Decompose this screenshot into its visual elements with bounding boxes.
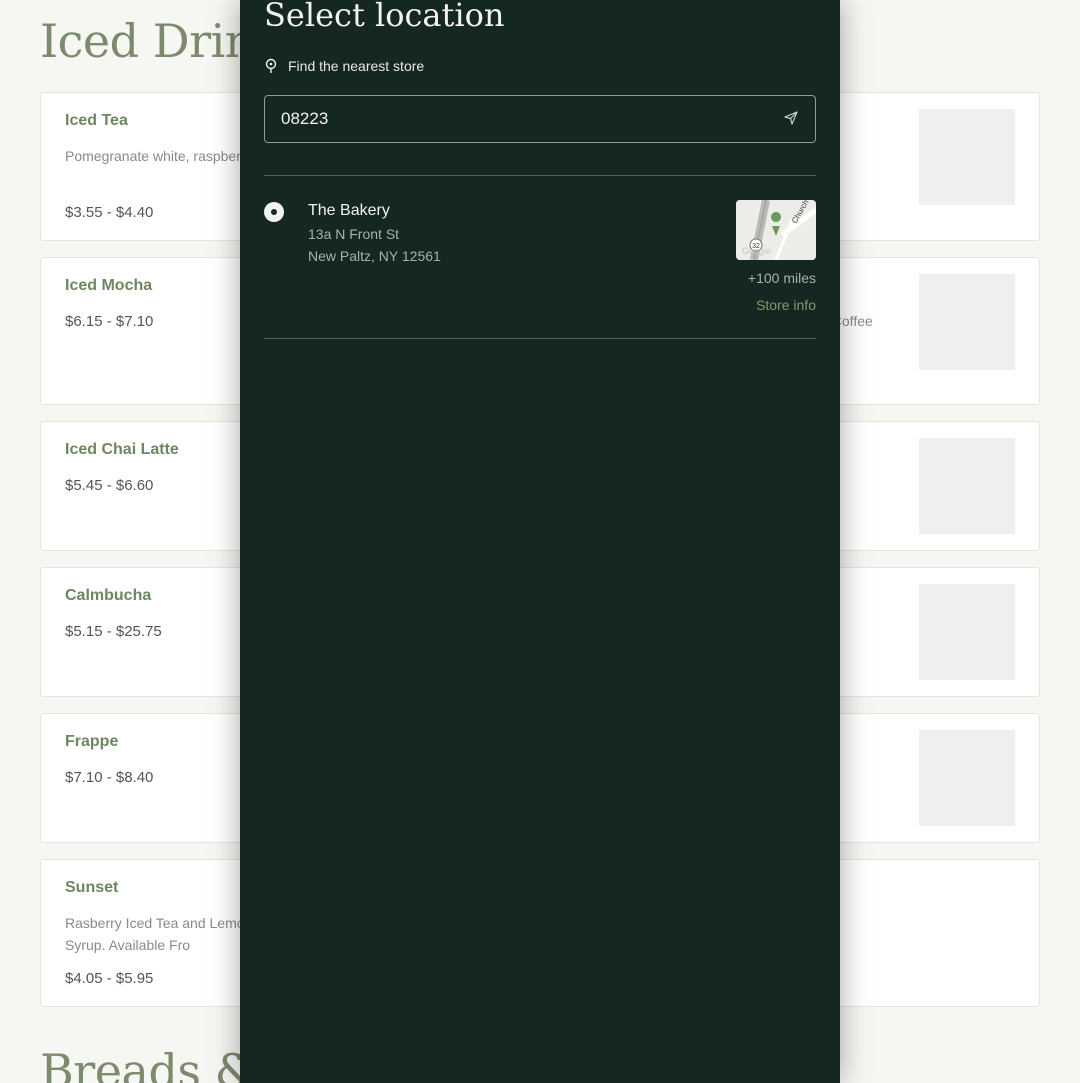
card-price: $4.05 - $5.95 — [65, 970, 154, 987]
card-name: Frappe — [65, 733, 119, 750]
divider — [264, 175, 816, 176]
store-info-link[interactable]: Store info — [756, 297, 816, 313]
zip-search-field[interactable] — [264, 95, 816, 143]
zip-search-input[interactable] — [265, 96, 815, 142]
store-name: The Bakery — [308, 202, 390, 219]
product-image — [919, 274, 1015, 370]
card-name: Iced Mocha — [65, 277, 153, 294]
find-nearest-store-button[interactable]: Find the nearest store — [264, 58, 424, 74]
product-image — [919, 730, 1015, 826]
card-price: $3.55 - $4.40 — [65, 204, 154, 221]
card-price: $7.10 - $8.40 — [65, 769, 154, 786]
store-address-line1: 13a N Front St — [308, 226, 400, 242]
product-image — [919, 584, 1015, 680]
map-attribution: Google — [742, 246, 771, 256]
store-address-line2: New Paltz, NY 12561 — [308, 248, 441, 264]
product-image — [919, 438, 1015, 534]
map-image: 32 Church Google — [736, 200, 816, 260]
card-price: $5.45 - $6.60 — [65, 477, 154, 494]
store-distance: +100 miles — [747, 270, 816, 286]
card-name: Sunset — [65, 879, 119, 896]
product-image — [919, 109, 1015, 205]
map-pin-icon — [265, 58, 277, 73]
find-nearest-store-label: Find the nearest store — [288, 58, 425, 74]
card-price: $5.15 - $25.75 — [65, 623, 162, 640]
card-price: $6.15 - $7.10 — [65, 313, 154, 330]
card-name: Iced Chai Latte — [65, 441, 179, 458]
send-arrow-icon[interactable] — [784, 111, 798, 125]
radio-selected-icon[interactable] — [264, 202, 284, 222]
store-map-thumbnail[interactable]: 32 Church Google — [736, 200, 816, 260]
divider — [264, 338, 816, 339]
card-name: Calmbucha — [65, 587, 152, 604]
select-location-drawer: Select location Find the nearest store T… — [240, 0, 840, 1083]
drawer-title: Select location — [264, 0, 505, 34]
card-name: Iced Tea — [65, 112, 128, 129]
